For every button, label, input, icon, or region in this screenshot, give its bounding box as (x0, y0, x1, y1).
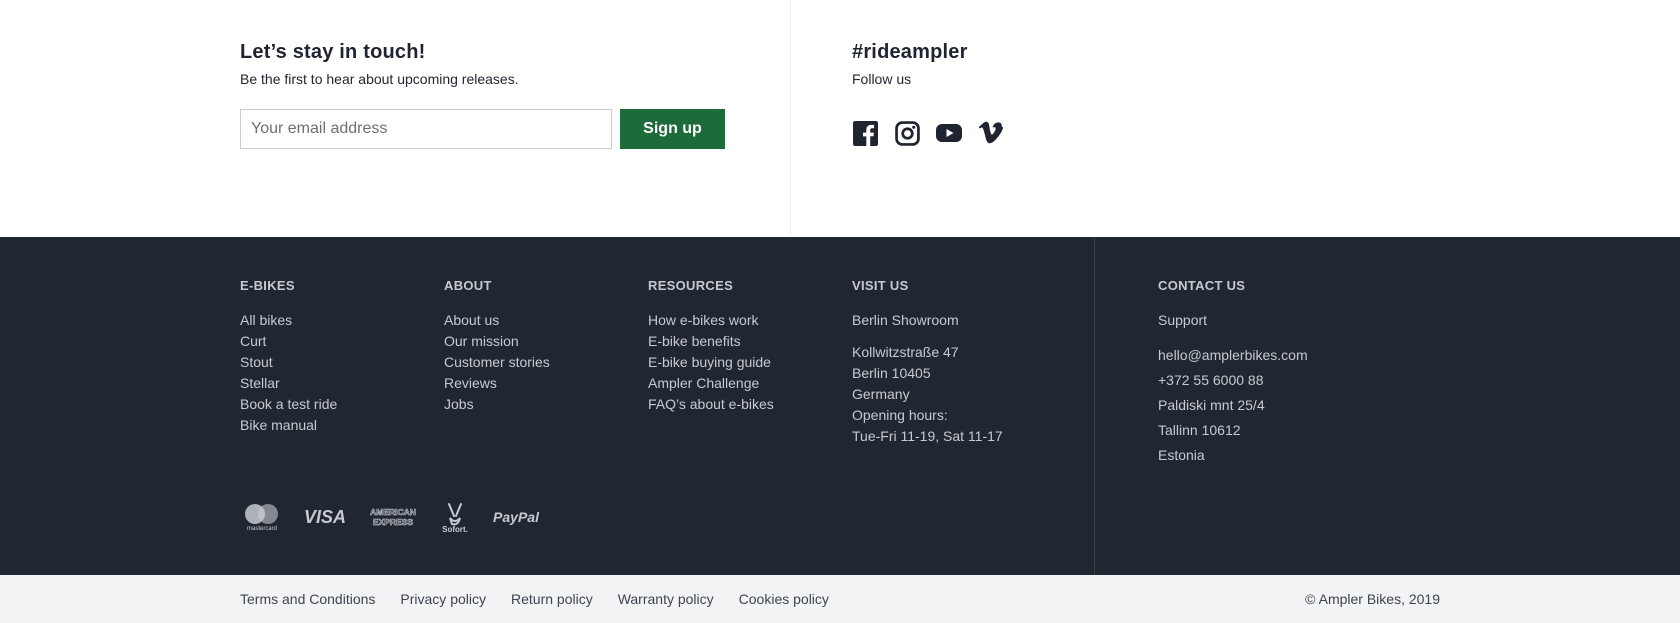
showroom-address: Kollwitzstraße 47 Berlin 10405 Germany O… (852, 342, 1003, 447)
copyright: © Ampler Bikes, 2019 (1305, 591, 1440, 607)
contact-city: Tallinn 10612 (1158, 422, 1241, 438)
footer-link-berlin-showroom[interactable]: Berlin Showroom (852, 310, 1003, 331)
facebook-icon[interactable] (852, 120, 878, 146)
amex-line1: AMERICAN (370, 507, 416, 517)
footer-link-bike-manual[interactable]: Bike manual (240, 415, 337, 436)
footer-link-stellar[interactable]: Stellar (240, 373, 337, 394)
contact-column: CONTACT US Support hello@amplerbikes.com… (1158, 278, 1308, 468)
instagram-icon[interactable] (894, 120, 920, 146)
top-divider (790, 0, 791, 237)
signup-button[interactable]: Sign up (620, 109, 725, 149)
legal-link-cookies[interactable]: Cookies policy (739, 590, 829, 608)
contact-email[interactable]: hello@amplerbikes.com (1158, 343, 1308, 368)
sofort-icon: Sofort. (438, 500, 472, 534)
footer-link-reviews[interactable]: Reviews (444, 373, 550, 394)
footer-main: E-BIKES All bikes Curt Stout Stellar Boo… (0, 237, 1680, 575)
amex-line2: EXPRESS (373, 517, 413, 527)
contact-details: hello@amplerbikes.com +372 55 6000 88 Pa… (1158, 343, 1308, 468)
legal-link-terms[interactable]: Terms and Conditions (240, 590, 375, 608)
payment-methods: mastercard VISA AMERICAN EXPRESS Sofort.… (240, 500, 542, 534)
address-line: Germany (852, 386, 910, 402)
ebikes-column: E-BIKES All bikes Curt Stout Stellar Boo… (240, 278, 337, 436)
visit-heading: VISIT US (852, 278, 909, 293)
resources-heading: RESOURCES (648, 278, 734, 293)
newsletter-section: Let’s stay in touch! Be the first to hea… (240, 40, 760, 149)
opening-hours-label: Opening hours: (852, 407, 948, 423)
mastercard-label: mastercard (247, 526, 277, 532)
legal-links: Terms and Conditions Privacy policy Retu… (240, 590, 829, 608)
footer-link-customer-stories[interactable]: Customer stories (444, 352, 550, 373)
ebikes-heading: E-BIKES (240, 278, 295, 293)
footer-link-about-us[interactable]: About us (444, 310, 550, 331)
footer-link-ampler-challenge[interactable]: Ampler Challenge (648, 373, 774, 394)
newsletter-subtext: Be the first to hear about upcoming rele… (240, 71, 519, 87)
footer-link-curt[interactable]: Curt (240, 331, 337, 352)
top-band: Let’s stay in touch! Be the first to hea… (0, 0, 1680, 237)
about-heading: ABOUT (444, 278, 492, 293)
legal-link-warranty[interactable]: Warranty policy (618, 590, 714, 608)
legal-link-return[interactable]: Return policy (511, 590, 593, 608)
sofort-label: Sofort. (442, 525, 468, 534)
youtube-icon[interactable] (936, 120, 962, 146)
footer-divider (1094, 237, 1095, 575)
footer-link-buying-guide[interactable]: E-bike buying guide (648, 352, 774, 373)
footer-link-ebike-benefits[interactable]: E-bike benefits (648, 331, 774, 352)
about-links: About us Our mission Customer stories Re… (444, 310, 550, 415)
email-input[interactable] (240, 109, 612, 149)
footer-link-our-mission[interactable]: Our mission (444, 331, 550, 352)
address-line: Kollwitzstraße 47 (852, 344, 959, 360)
footer-link-all-bikes[interactable]: All bikes (240, 310, 337, 331)
visit-links: Berlin Showroom (852, 310, 1003, 331)
contact-country: Estonia (1158, 447, 1205, 463)
contact-phone[interactable]: +372 55 6000 88 (1158, 368, 1308, 393)
address-line: Berlin 10405 (852, 365, 931, 381)
opening-hours-value: Tue-Fri 11-19, Sat 11-17 (852, 428, 1003, 444)
amex-icon: AMERICAN EXPRESS (366, 506, 420, 528)
resources-links: How e-bikes work E-bike benefits E-bike … (648, 310, 774, 415)
contact-heading: CONTACT US (1158, 278, 1246, 293)
newsletter-heading: Let’s stay in touch! (240, 41, 426, 63)
footer-link-support[interactable]: Support (1158, 310, 1308, 331)
footer-link-faq[interactable]: FAQ’s about e-bikes (648, 394, 774, 415)
footer-link-book-test-ride[interactable]: Book a test ride (240, 394, 337, 415)
visa-label: VISA (304, 507, 346, 527)
social-section: #rideampler Follow us (852, 40, 1252, 146)
visit-column: VISIT US Berlin Showroom Kollwitzstraße … (852, 278, 1003, 447)
paypal-icon: PayPal (490, 507, 542, 527)
contact-street: Paldiski mnt 25/4 (1158, 397, 1265, 413)
vimeo-icon[interactable] (978, 120, 1004, 146)
visa-icon: VISA (302, 507, 348, 527)
social-icons (852, 120, 1004, 146)
newsletter-form: Sign up (240, 109, 740, 149)
resources-column: RESOURCES How e-bikes work E-bike benefi… (648, 278, 774, 415)
paypal-label: PayPal (493, 509, 540, 525)
ebikes-links: All bikes Curt Stout Stellar Book a test… (240, 310, 337, 436)
mastercard-icon: mastercard (240, 502, 284, 532)
legal-link-privacy[interactable]: Privacy policy (400, 590, 486, 608)
social-subtext: Follow us (852, 71, 912, 87)
footer-link-jobs[interactable]: Jobs (444, 394, 550, 415)
footer-link-stout[interactable]: Stout (240, 352, 337, 373)
social-heading: #rideampler (852, 41, 968, 63)
about-column: ABOUT About us Our mission Customer stor… (444, 278, 550, 415)
footer-link-how-ebikes-work[interactable]: How e-bikes work (648, 310, 774, 331)
legal-bar: Terms and Conditions Privacy policy Retu… (0, 575, 1680, 623)
